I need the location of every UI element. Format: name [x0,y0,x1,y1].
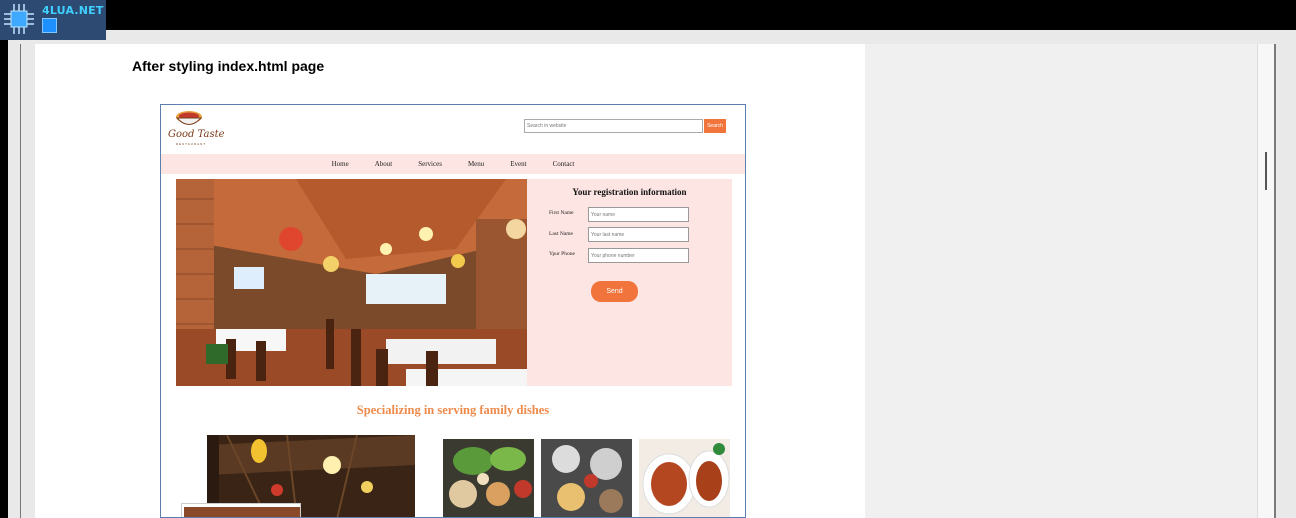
last-name-field[interactable] [588,227,689,242]
brand-name: Good Taste [168,129,225,140]
chip-icon [4,4,34,34]
nav-item-contact[interactable]: Contact [553,160,575,168]
nav-item-services[interactable]: Services [418,160,442,168]
registration-panel: Your registration information First Name… [527,179,732,386]
first-name-label: First Name [549,210,574,216]
first-name-field[interactable] [588,207,689,222]
website-preview: Good Taste RESTAURANT Search Home About … [160,104,746,518]
page-title: After styling index.html page [132,58,325,74]
watermark-logo: 4LUA.NET [0,0,106,40]
bowl-icon [175,111,203,125]
phone-field[interactable] [588,248,689,263]
top-bar [0,0,1296,30]
watermark-text: 4LUA.NET [42,4,104,17]
restaurant-interior-image [176,179,527,386]
nav-item-event[interactable]: Event [510,160,526,168]
search-button[interactable]: Search [704,119,726,133]
main-nav: Home About Services Menu Event Contact [161,154,745,174]
nav-item-menu[interactable]: Menu [468,160,484,168]
last-name-label: Last Name [549,231,573,237]
dish-photo-1 [443,439,534,517]
search-input[interactable] [524,119,703,133]
dish-photo-2 [541,439,632,517]
scrollbar-track[interactable] [1257,44,1274,518]
page-right-edge [1274,44,1276,518]
nav-item-home[interactable]: Home [332,160,349,168]
scrollbar-thumb[interactable] [1265,152,1267,190]
nav-item-about[interactable]: About [375,160,393,168]
dish-photo-3 [639,439,730,517]
brand-logo[interactable]: Good Taste RESTAURANT [167,107,225,149]
send-button[interactable]: Send [591,281,638,302]
registration-title: Your registration information [572,187,687,197]
inset-photo-frame [181,503,301,517]
inset-photo [184,507,300,517]
watermark-square [42,18,57,33]
page-left-edge [20,44,21,518]
side-panel [865,44,1257,518]
phone-label: Ypur Phone [549,251,575,257]
brand-subtitle: RESTAURANT [176,142,207,146]
section-tagline: Specializing in serving family dishes [356,403,550,417]
